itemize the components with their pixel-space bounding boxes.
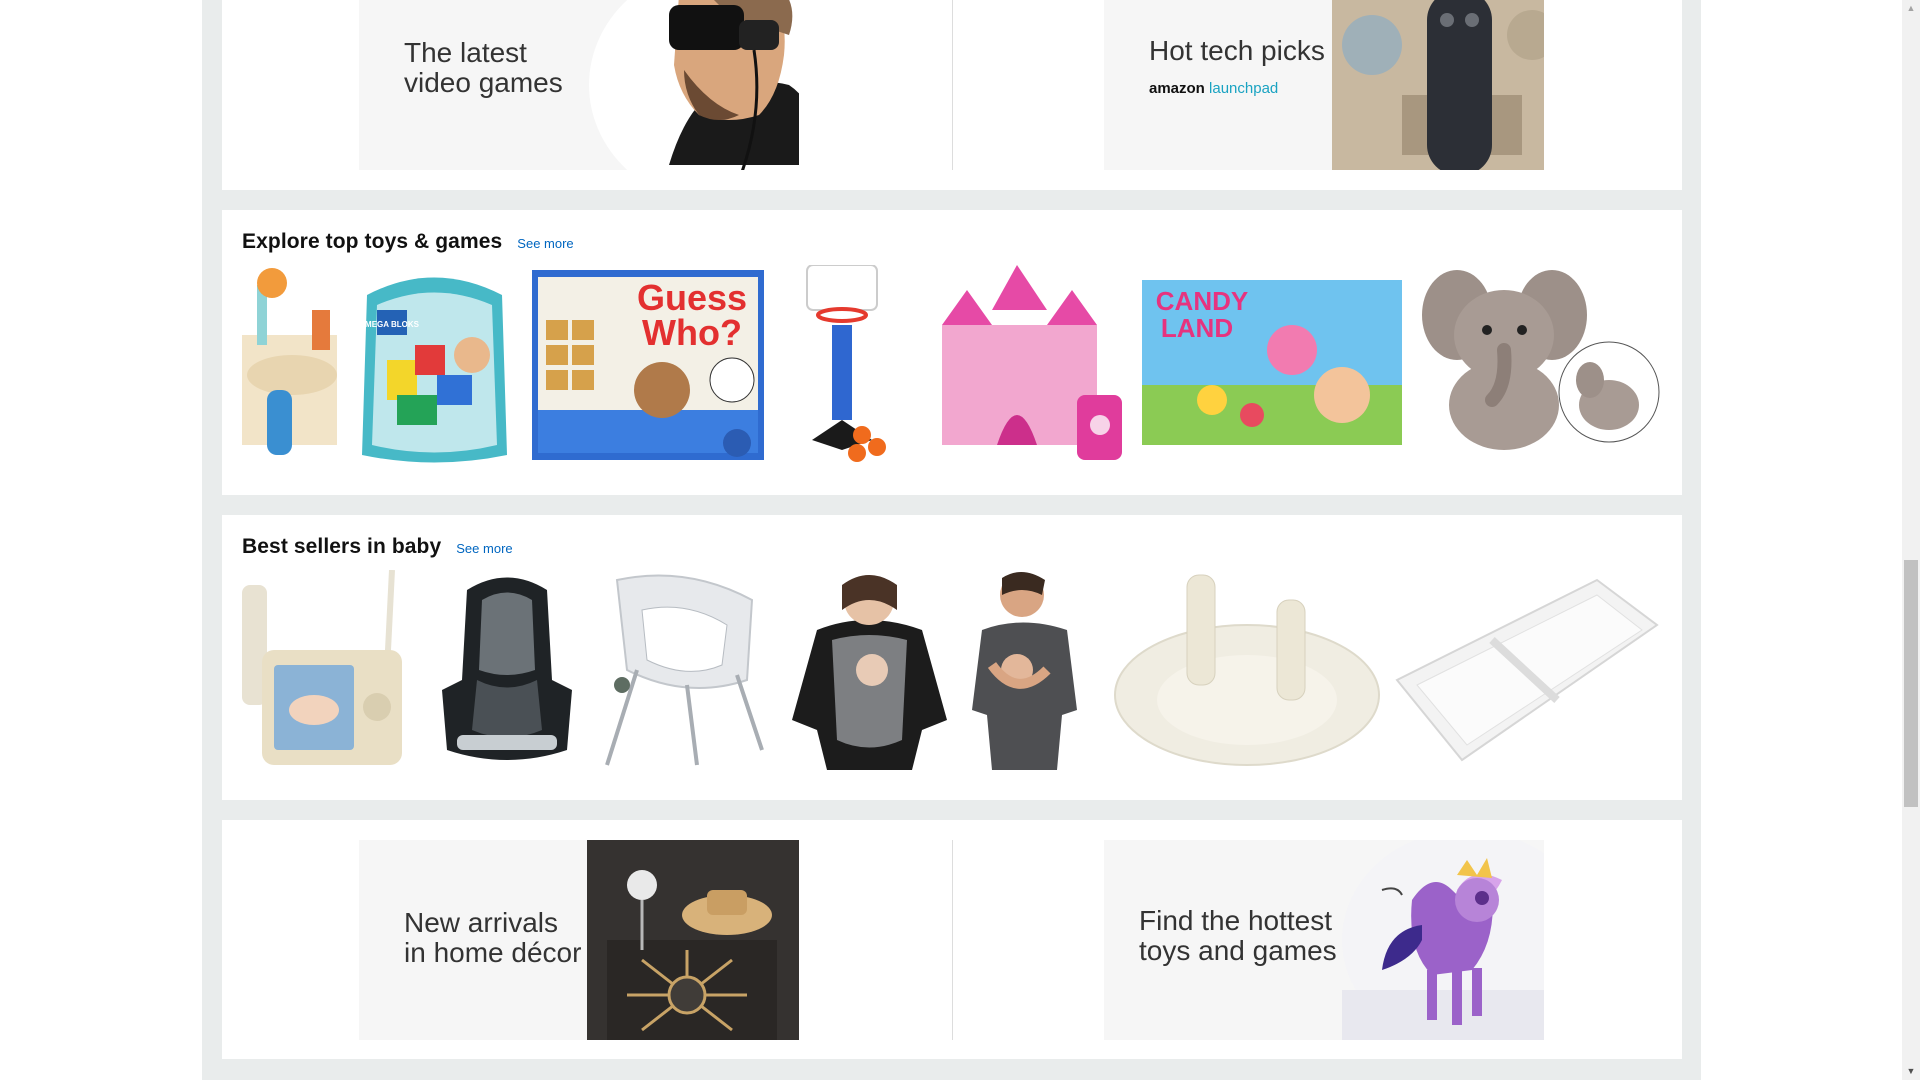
candy-land-box-icon: CANDY LAND <box>1142 280 1402 445</box>
banner-text-line: Hot tech picks <box>1149 35 1325 66</box>
toys-carousel: MEGA BLOKS Guess Who? CANDY LAND <box>242 264 1662 465</box>
vr-headset-person-icon <box>669 0 799 170</box>
banner-video-games-image <box>589 0 799 170</box>
baby-see-more-link[interactable]: See more <box>456 541 512 556</box>
page: The latest video games Hot tech picks am… <box>0 0 1920 1080</box>
toy-item-plush-elephant[interactable] <box>1422 265 1662 465</box>
banner-video-games-text: The latest video games <box>404 38 563 98</box>
plush-elephant-icon <box>1422 270 1660 450</box>
banner-text-line: Find the hottest <box>1139 905 1333 936</box>
castle-tent-icon <box>942 265 1122 460</box>
baby-item-video-monitor[interactable] <box>242 569 417 770</box>
toys-section-header: Explore top toys & games See more <box>242 230 574 254</box>
baby-best-sellers-card: Best sellers in baby See more <box>222 515 1682 800</box>
mega-bloks-bag-icon: MEGA BLOKS <box>362 277 507 463</box>
banner-text-line: New arrivals <box>404 907 559 938</box>
baby-rocker-icon <box>605 574 764 766</box>
banner-home-decor-image <box>587 840 799 1040</box>
candy-land-title-line2: LAND <box>1161 313 1233 343</box>
scroll-down-arrow-icon[interactable]: ▼ <box>1902 1063 1920 1080</box>
banner-text-line: toys and games <box>1139 935 1337 966</box>
banner-home-decor-text: New arrivals in home décor <box>404 908 581 968</box>
baby-item-rocker[interactable] <box>597 570 772 770</box>
purple-pony-toy-icon <box>1342 858 1544 1040</box>
water-table-icon <box>242 268 337 455</box>
scrollbar-thumb[interactable] <box>1904 560 1918 807</box>
smart-speaker-icon <box>1332 0 1544 170</box>
baby-monitor-icon <box>242 569 402 765</box>
toy-item-mega-bloks[interactable]: MEGA BLOKS <box>357 265 512 465</box>
baby-wrap-carrier-icon <box>792 575 947 770</box>
toy-item-castle-tent[interactable] <box>932 265 1127 465</box>
baby-item-wrap-carrier[interactable] <box>787 570 952 770</box>
car-seat-icon <box>442 577 572 760</box>
home-decor-mirror-icon <box>587 840 799 1040</box>
basketball-hoop-icon <box>806 264 886 462</box>
banner-text-line: The latest <box>404 37 527 68</box>
mega-bloks-brand-text: MEGA BLOKS <box>365 320 420 329</box>
guess-who-title-line2: Who? <box>642 312 742 353</box>
banner-hottest-toys-image <box>1342 840 1544 1040</box>
outlet-plug-cover-icon <box>1114 574 1380 766</box>
banner-card-bottom: New arrivals in home décor Find the hott… <box>222 820 1682 1059</box>
baby-section-title: Best sellers in baby <box>242 535 442 558</box>
toys-see-more-link[interactable]: See more <box>517 236 573 251</box>
banner-hottest-toys[interactable]: Find the hottest toys and games <box>1104 840 1544 1040</box>
banner-card-top: The latest video games Hot tech picks am… <box>222 0 1682 190</box>
toy-item-guess-who[interactable]: Guess Who? <box>532 265 764 465</box>
banner-hot-tech-image <box>1332 0 1544 170</box>
baby-item-car-seat[interactable] <box>427 570 587 770</box>
vertical-scrollbar[interactable]: ▲ ▼ <box>1902 0 1920 1080</box>
toys-games-card: Explore top toys & games See more MEGA B… <box>222 210 1682 495</box>
baby-section-header: Best sellers in baby See more <box>242 535 513 559</box>
banner-video-games[interactable]: The latest video games <box>359 0 799 170</box>
changing-pad-icon <box>1395 578 1659 762</box>
banner-divider <box>952 0 953 170</box>
banner-divider <box>952 840 953 1040</box>
scroll-up-arrow-icon[interactable]: ▲ <box>1902 0 1920 17</box>
amazon-launchpad-logo: amazon launchpad <box>1149 80 1278 97</box>
banner-text-line: video games <box>404 67 563 98</box>
banner-hot-tech-text: Hot tech picks <box>1149 36 1325 66</box>
toy-item-basketball-hoop[interactable] <box>787 264 897 465</box>
baby-carousel <box>242 569 1662 770</box>
baby-item-changing-pad[interactable] <box>1392 570 1662 770</box>
banner-hot-tech-picks[interactable]: Hot tech picks amazon launchpad <box>1104 0 1544 170</box>
amazon-logo-text: amazon <box>1149 80 1205 97</box>
toy-item-water-table[interactable] <box>242 265 347 465</box>
toy-item-candy-land[interactable]: CANDY LAND <box>1142 265 1402 465</box>
candy-land-title-line1: CANDY <box>1156 286 1248 316</box>
banner-text-line: in home décor <box>404 937 582 968</box>
toys-section-title: Explore top toys & games <box>242 230 503 253</box>
banner-hottest-toys-text: Find the hottest toys and games <box>1139 906 1337 966</box>
guess-who-box-icon: Guess Who? <box>532 270 764 460</box>
baby-carrier-shirt-icon <box>972 571 1077 770</box>
baby-item-carrier-shirt[interactable] <box>967 570 1087 770</box>
banner-home-decor[interactable]: New arrivals in home décor <box>359 840 799 1040</box>
baby-item-outlet-cover[interactable] <box>1112 570 1382 770</box>
launchpad-logo-text: launchpad <box>1209 80 1279 97</box>
